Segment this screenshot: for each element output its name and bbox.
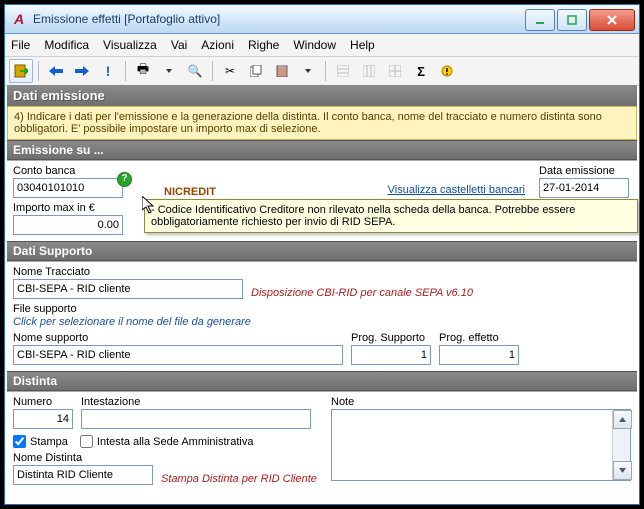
close-button[interactable] bbox=[589, 9, 635, 31]
nome-supporto-label: Nome supporto bbox=[13, 332, 343, 344]
nome-supporto-input[interactable] bbox=[13, 345, 343, 365]
info-icon[interactable] bbox=[435, 59, 459, 83]
note-scroll-down-icon[interactable] bbox=[613, 461, 632, 480]
preview-icon[interactable]: 🔍 bbox=[183, 59, 207, 83]
grid1-icon[interactable] bbox=[331, 59, 355, 83]
data-emissione-input[interactable] bbox=[539, 178, 629, 198]
sum-icon[interactable]: Σ bbox=[409, 59, 433, 83]
section-distinta: Numero Intestazione Stampa Intesta alla … bbox=[7, 391, 637, 491]
maximize-button[interactable] bbox=[557, 9, 587, 31]
dropdown-icon[interactable] bbox=[157, 59, 181, 83]
validation-tooltip: - Codice Identificativo Creditore non ri… bbox=[144, 199, 638, 233]
menu-window[interactable]: Window bbox=[293, 38, 336, 52]
nome-tracciato-label: Nome Tracciato bbox=[13, 266, 631, 278]
step-help-text: 4) Indicare i dati per l'emissione e la … bbox=[7, 106, 637, 140]
app-icon: A bbox=[11, 11, 27, 27]
menu-vai[interactable]: Vai bbox=[171, 38, 187, 52]
print-icon[interactable]: 🖶 bbox=[131, 59, 155, 83]
exit-icon[interactable] bbox=[9, 59, 33, 83]
prog-effetto-input[interactable] bbox=[439, 345, 519, 365]
menu-azioni[interactable]: Azioni bbox=[201, 38, 234, 52]
nome-distinta-input[interactable] bbox=[13, 465, 153, 485]
paste-icon[interactable] bbox=[270, 59, 294, 83]
execute-icon[interactable]: ! bbox=[96, 59, 120, 83]
app-window: A Emissione effetti [Portafoglio attivo]… bbox=[4, 4, 640, 505]
section-supporto-header: Dati Supporto bbox=[7, 241, 637, 261]
nome-distinta-desc: Stampa Distinta per RID Cliente bbox=[161, 473, 317, 485]
menubar: File Modifica Visualizza Vai Azioni Righ… bbox=[5, 34, 639, 57]
toolbar: ! 🖶 🔍 ✂ Σ bbox=[5, 57, 639, 86]
numero-input[interactable] bbox=[13, 409, 73, 429]
help-badge-icon[interactable]: ? bbox=[117, 172, 132, 187]
note-textarea[interactable] bbox=[331, 409, 612, 481]
conto-banca-label: Conto banca bbox=[13, 165, 128, 177]
nome-tracciato-desc: Disposizione CBI-RID per canale SEPA v6.… bbox=[251, 287, 473, 299]
cut-icon[interactable]: ✂ bbox=[218, 59, 242, 83]
minimize-button[interactable] bbox=[525, 9, 555, 31]
note-scroll-up-icon[interactable] bbox=[613, 410, 632, 429]
file-supporto-label: File supporto bbox=[13, 303, 631, 315]
nome-tracciato-input[interactable] bbox=[13, 279, 243, 299]
content-area: Dati emissione 4) Indicare i dati per l'… bbox=[7, 85, 637, 502]
stampa-checkbox[interactable]: Stampa bbox=[13, 435, 68, 448]
prog-effetto-label: Prog. effetto bbox=[439, 332, 519, 344]
intestazione-input[interactable] bbox=[81, 409, 311, 429]
window-title: Emissione effetti [Portafoglio attivo] bbox=[33, 12, 523, 26]
castelletti-link[interactable]: Visualizza castelletti bancari bbox=[388, 184, 525, 196]
next-icon[interactable] bbox=[70, 59, 94, 83]
menu-visualizza[interactable]: Visualizza bbox=[103, 38, 157, 52]
prog-supporto-label: Prog. Supporto bbox=[351, 332, 431, 344]
menu-modifica[interactable]: Modifica bbox=[44, 38, 89, 52]
menu-help[interactable]: Help bbox=[350, 38, 375, 52]
section-supporto: Nome Tracciato Disposizione CBI-RID per … bbox=[7, 261, 637, 371]
importo-max-label: Importo max in € bbox=[13, 202, 123, 214]
prog-supporto-input[interactable] bbox=[351, 345, 431, 365]
intestazione-label: Intestazione bbox=[81, 396, 323, 408]
grid3-icon[interactable] bbox=[383, 59, 407, 83]
titlebar: A Emissione effetti [Portafoglio attivo] bbox=[5, 5, 639, 34]
numero-label: Numero bbox=[13, 396, 73, 408]
dropdown2-icon[interactable] bbox=[296, 59, 320, 83]
menu-file[interactable]: File bbox=[11, 38, 30, 52]
bank-name: NICREDIT bbox=[164, 186, 216, 198]
copy-icon[interactable] bbox=[244, 59, 268, 83]
intesta-checkbox[interactable]: Intesta alla Sede Amministrativa bbox=[80, 435, 254, 448]
note-label: Note bbox=[331, 396, 631, 408]
nome-distinta-label: Nome Distinta bbox=[13, 452, 323, 464]
menu-righe[interactable]: Righe bbox=[248, 38, 279, 52]
file-supporto-hint[interactable]: Click per selezionare il nome del file d… bbox=[13, 316, 251, 328]
conto-banca-input[interactable] bbox=[13, 178, 123, 198]
grid2-icon[interactable] bbox=[357, 59, 381, 83]
prev-icon[interactable] bbox=[44, 59, 68, 83]
importo-max-input[interactable] bbox=[13, 215, 123, 235]
panel-title: Dati emissione bbox=[7, 85, 637, 106]
section-distinta-header: Distinta bbox=[7, 371, 637, 391]
data-emissione-label: Data emissione bbox=[539, 165, 631, 177]
section-emissione-header: Emissione su ... bbox=[7, 140, 637, 160]
